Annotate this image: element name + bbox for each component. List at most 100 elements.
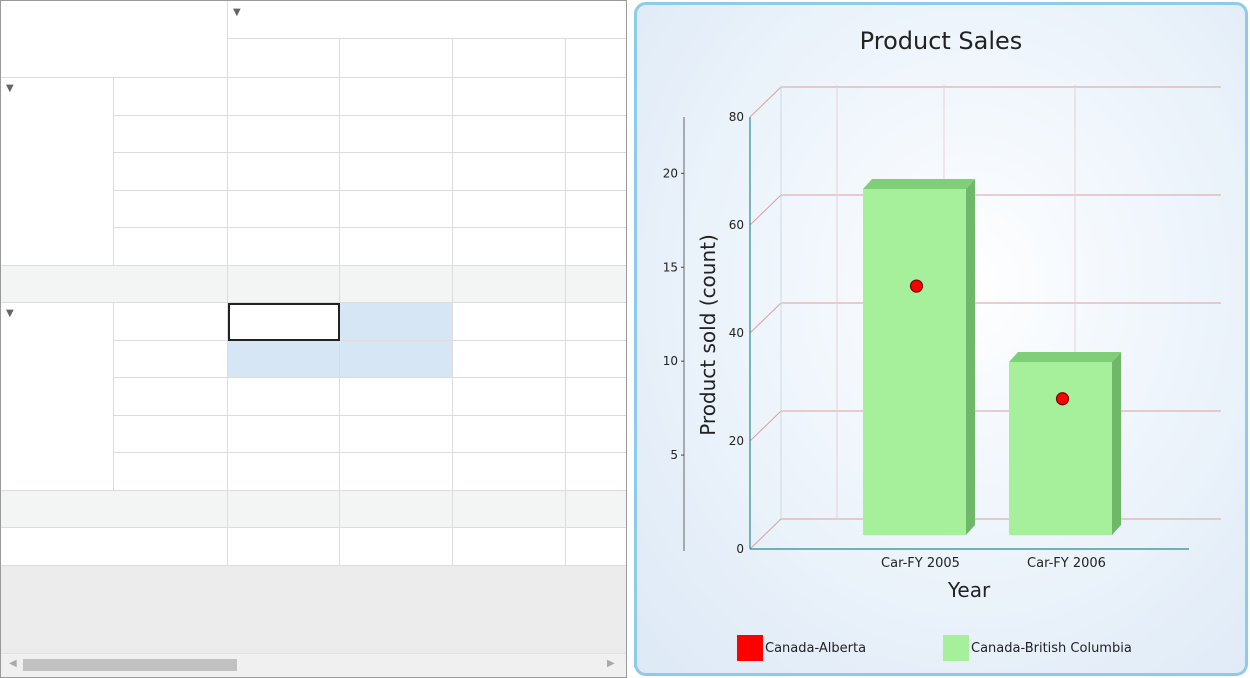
data-cell[interactable] [453, 341, 566, 378]
data-cell[interactable] [340, 116, 453, 153]
legend-label: Canada-British Columbia [971, 641, 1132, 656]
collapse-arrow-icon[interactable]: ▼ [6, 308, 14, 319]
row-group-spacer [1, 416, 114, 453]
point-canada-alberta [1055, 392, 1070, 406]
primary-axis-tick-label: 5 [670, 448, 678, 462]
row-total-label [1, 491, 228, 528]
data-cell-clipped[interactable] [566, 153, 626, 191]
row-group-spacer [1, 191, 114, 228]
column-header-manitoba[interactable] [566, 39, 626, 78]
data-cell-clipped[interactable] [566, 191, 626, 228]
x-tick-label: Car-FY 2005 [881, 556, 960, 571]
column-group-canada[interactable]: ▼ [228, 1, 626, 39]
data-cell-selected[interactable] [228, 341, 340, 378]
data-cell[interactable] [340, 528, 453, 566]
data-cell-clipped[interactable] [566, 303, 626, 341]
data-cell[interactable] [340, 153, 453, 191]
pivot-grid[interactable]: ▼ ▼ ▼ ◀ ▶ [0, 0, 627, 678]
collapse-arrow-icon[interactable]: ▼ [6, 83, 14, 94]
secondary-axis-tick-label: 60 [729, 218, 744, 232]
data-cell[interactable] [453, 378, 566, 416]
data-cell-selected[interactable] [340, 303, 453, 341]
data-cell-clipped[interactable] [566, 528, 626, 566]
data-cell[interactable] [340, 453, 453, 491]
chart-panel: Product Sales 0 20 40 60 80 5 10 15 20 Product so… [634, 2, 1248, 676]
data-cell-clipped[interactable] [566, 378, 626, 416]
row-group-spacer [1, 378, 114, 416]
data-cell[interactable] [228, 416, 340, 453]
collapse-arrow-icon[interactable]: ▼ [233, 7, 241, 18]
bar-canada-british-columbia [1009, 362, 1112, 535]
data-cell[interactable] [453, 266, 566, 303]
primary-axis-tick-label: 15 [663, 260, 678, 274]
data-cell[interactable] [340, 78, 453, 116]
point-canada-alberta [909, 279, 924, 293]
data-cell-clipped[interactable] [566, 453, 626, 491]
data-cell-clipped[interactable] [566, 416, 626, 453]
data-cell[interactable] [340, 416, 453, 453]
row-label [114, 378, 228, 416]
row-group-header[interactable]: ▼ [1, 78, 114, 116]
data-cell[interactable] [453, 228, 566, 266]
scroll-right-arrow-icon[interactable]: ▶ [607, 658, 615, 669]
bar-canada-british-columbia [863, 189, 966, 535]
data-cell[interactable] [453, 116, 566, 153]
data-cell[interactable] [340, 491, 453, 528]
data-cell-clipped[interactable] [566, 116, 626, 153]
pivot-corner [1, 1, 228, 78]
data-cell[interactable] [340, 378, 453, 416]
row-label [114, 416, 228, 453]
data-cell-clipped[interactable] [566, 266, 626, 303]
side-gridline [749, 518, 782, 550]
data-cell[interactable] [228, 528, 340, 566]
data-cell[interactable] [453, 303, 566, 341]
product-sales-chart: 0 20 40 60 80 5 10 15 20 Product sold (count) Year… [663, 85, 1221, 661]
secondary-axis-tick-label: 80 [729, 110, 744, 124]
row-label [114, 228, 228, 266]
scroll-left-arrow-icon[interactable]: ◀ [9, 658, 17, 669]
bar-top-face [863, 179, 975, 189]
data-cell-selected[interactable] [340, 341, 453, 378]
data-cell[interactable] [453, 528, 566, 566]
data-cell[interactable] [228, 266, 340, 303]
data-cell[interactable] [453, 153, 566, 191]
data-cell[interactable] [228, 491, 340, 528]
row-group-spacer [1, 453, 114, 491]
data-cell[interactable] [228, 153, 340, 191]
data-cell[interactable] [228, 191, 340, 228]
data-cell[interactable] [340, 191, 453, 228]
column-header-alberta[interactable] [228, 39, 340, 78]
row-label [114, 303, 228, 341]
legend-label: Canada-Alberta [765, 641, 866, 656]
data-cell[interactable] [453, 453, 566, 491]
primary-axis-tick-label: 10 [663, 354, 678, 368]
x-tick-label: Car-FY 2006 [1027, 556, 1106, 571]
scrollbar-thumb[interactable] [23, 659, 237, 671]
data-cell-focused[interactable] [228, 303, 340, 341]
data-cell[interactable] [228, 378, 340, 416]
data-cell-clipped[interactable] [566, 228, 626, 266]
data-cell-clipped[interactable] [566, 341, 626, 378]
pivot-table: ▼ ▼ ▼ [1, 1, 626, 566]
data-cell[interactable] [228, 116, 340, 153]
column-header-british-columbia[interactable] [340, 39, 453, 78]
horizontal-scrollbar[interactable]: ◀ ▶ [1, 653, 626, 677]
data-cell[interactable] [453, 78, 566, 116]
data-cell[interactable] [453, 191, 566, 228]
data-cell[interactable] [228, 228, 340, 266]
data-cell[interactable] [340, 228, 453, 266]
row-group-header[interactable]: ▼ [1, 303, 114, 341]
data-cell-clipped[interactable] [566, 491, 626, 528]
secondary-axis-tick-label: 40 [729, 326, 744, 340]
data-cell[interactable] [453, 416, 566, 453]
column-header-brunswick[interactable] [453, 39, 566, 78]
data-cell-clipped[interactable] [566, 78, 626, 116]
bar-side-face [1112, 352, 1121, 535]
data-cell[interactable] [453, 491, 566, 528]
data-cell[interactable] [228, 78, 340, 116]
secondary-axis-tick-label: 0 [736, 542, 744, 556]
data-cell[interactable] [228, 453, 340, 491]
side-gridline [749, 410, 782, 442]
x-axis-title: Year [947, 578, 991, 602]
data-cell[interactable] [340, 266, 453, 303]
